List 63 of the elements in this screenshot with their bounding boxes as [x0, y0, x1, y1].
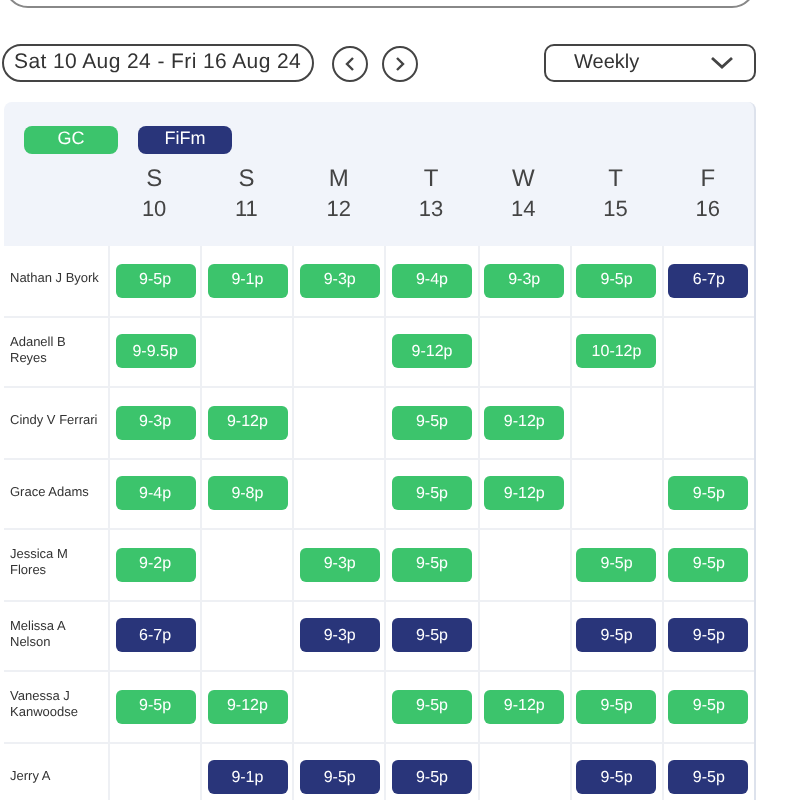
- shift-pill[interactable]: 9-12p: [207, 689, 288, 724]
- shift-pill[interactable]: 9-12p: [484, 476, 565, 511]
- next-button[interactable]: [381, 45, 418, 81]
- shift-pill[interactable]: 9-5p: [115, 263, 196, 298]
- date-range[interactable]: Sat 10 Aug 24 - Fri 16 Aug 24: [2, 44, 314, 82]
- day-date: 16: [695, 196, 721, 226]
- shift-pill[interactable]: 9-3p: [115, 405, 196, 440]
- shift-pill[interactable]: 9-3p: [484, 263, 565, 298]
- shift-pill[interactable]: 9-1p: [207, 263, 288, 298]
- shift-pill[interactable]: 9-5p: [668, 689, 749, 724]
- shift-pill[interactable]: 9-4p: [391, 263, 472, 298]
- shift-pill[interactable]: 9-5p: [576, 547, 657, 582]
- shift-pill[interactable]: 9-5p: [391, 618, 472, 653]
- shift-pill[interactable]: 9-2p: [115, 547, 196, 582]
- shift-pill[interactable]: 9-5p: [391, 405, 472, 440]
- shift-pill[interactable]: 9-12p: [207, 405, 288, 440]
- shift-pill[interactable]: 9-12p: [391, 334, 472, 369]
- shift-pill[interactable]: 9-5p: [391, 476, 472, 511]
- shift-pill[interactable]: 9-5p: [299, 760, 380, 795]
- legend-tag: GC: [24, 126, 118, 154]
- chevron-left-icon: [343, 55, 356, 71]
- view-select[interactable]: Weekly: [544, 44, 756, 82]
- shift-pill[interactable]: 9-3p: [299, 263, 380, 298]
- day-letter: S: [238, 162, 255, 194]
- shift-pill[interactable]: 9-1p: [207, 760, 288, 795]
- previous-button[interactable]: [331, 45, 368, 81]
- day-date: 12: [326, 196, 351, 226]
- day-letter: T: [423, 162, 439, 194]
- shift-pill[interactable]: 9-5p: [391, 760, 472, 795]
- shift-pill[interactable]: 6-7p: [115, 618, 196, 653]
- shift-pill[interactable]: 9-12p: [484, 689, 565, 724]
- day-letter: T: [608, 162, 623, 194]
- shift-pill[interactable]: 9-5p: [668, 760, 749, 795]
- day-letter: F: [700, 162, 716, 194]
- day-date: 14: [511, 196, 536, 226]
- shift-pill[interactable]: 9-5p: [668, 618, 749, 653]
- shift-pill[interactable]: 9-5p: [668, 476, 749, 511]
- day-date: 11: [235, 196, 258, 226]
- shift-pill[interactable]: 9-9.5p: [115, 334, 196, 369]
- shift-pill[interactable]: 9-5p: [391, 547, 472, 582]
- day-date: 15: [603, 196, 628, 226]
- shift-pill[interactable]: 9-5p: [668, 547, 749, 582]
- day-letter: M: [328, 162, 349, 194]
- shift-pill[interactable]: 9-12p: [484, 405, 565, 440]
- shift-pill[interactable]: 9-5p: [576, 263, 657, 298]
- shift-pill[interactable]: 9-5p: [576, 618, 657, 653]
- day-date: 13: [418, 196, 444, 226]
- shift-pill[interactable]: 9-5p: [576, 760, 657, 795]
- shift-pill[interactable]: 9-5p: [115, 689, 196, 724]
- shift-pill[interactable]: 9-4p: [115, 476, 196, 511]
- shift-pill[interactable]: 9-8p: [207, 476, 288, 511]
- shift-pill[interactable]: 10-12p: [576, 334, 657, 369]
- day-date: 10: [141, 196, 167, 226]
- day-letter: S: [146, 162, 163, 194]
- legend-tag: FiFm: [138, 126, 232, 154]
- chevron-down-icon: [710, 56, 734, 70]
- shift-pill[interactable]: 9-5p: [576, 689, 657, 724]
- chevron-right-icon: [393, 55, 406, 71]
- shift-pill[interactable]: 9-3p: [299, 547, 380, 582]
- day-letter: W: [511, 162, 535, 194]
- shift-pill[interactable]: 6-7p: [668, 263, 749, 298]
- shift-pill[interactable]: 9-5p: [391, 689, 472, 724]
- shift-pill[interactable]: 9-3p: [299, 618, 380, 653]
